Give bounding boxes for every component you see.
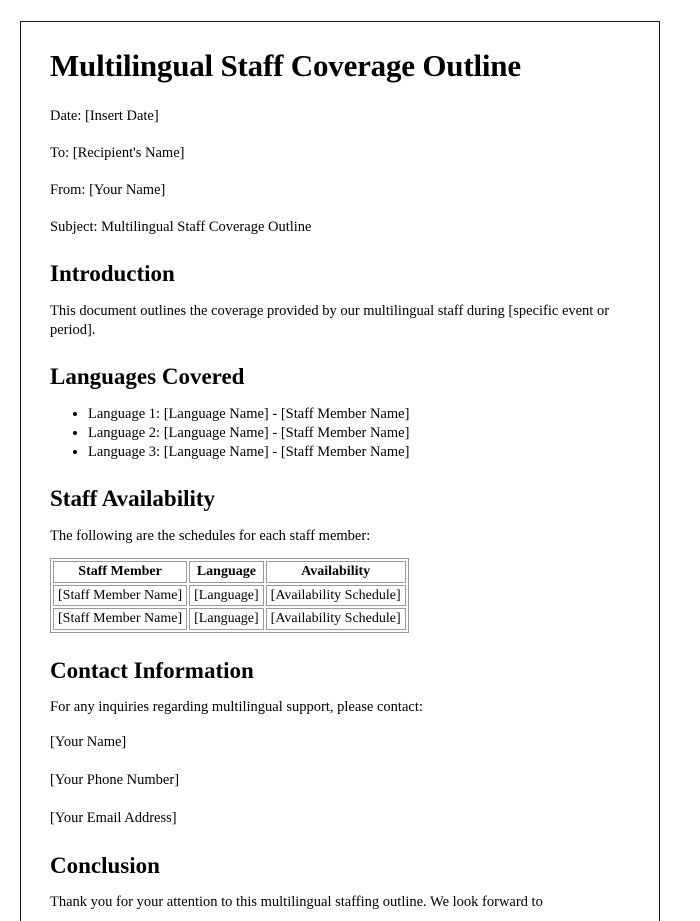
- list-item: Language 2: [Language Name] - [Staff Mem…: [88, 424, 631, 443]
- table-row: [Staff Member Name] [Language] [Availabi…: [53, 608, 406, 630]
- section-heading-introduction: Introduction: [50, 261, 175, 287]
- meta-line-date: Date: [Insert Date]: [50, 107, 159, 124]
- contact-name: [Your Name]: [50, 734, 127, 751]
- section-heading-staff-availability: Staff Availability: [50, 486, 216, 512]
- page-title: Multilingual Staff Coverage Outline: [50, 48, 521, 83]
- contact-email: [Your Email Address]: [50, 809, 177, 826]
- table-cell-availability: [Availability Schedule]: [265, 584, 406, 607]
- table-cell-staff-member: [Staff Member Name]: [53, 608, 188, 630]
- document-page: Multilingual Staff Coverage Outline Date…: [20, 21, 660, 921]
- meta-line-subject: Subject: Multilingual Staff Coverage Out…: [50, 218, 312, 235]
- meta-line-to: To: [Recipient's Name]: [50, 144, 185, 161]
- table-header-row: Staff Member Language Availability: [53, 560, 406, 583]
- column-header-availability: Availability: [265, 560, 406, 583]
- introduction-paragraph: This document outlines the coverage prov…: [50, 302, 610, 338]
- list-item: Language 3: [Language Name] - [Staff Mem…: [88, 443, 631, 462]
- staff-availability-table: Staff Member Language Availability [Staf…: [50, 557, 409, 633]
- conclusion-paragraph: Thank you for your attention to this mul…: [50, 894, 543, 911]
- table-cell-language: [Language]: [189, 608, 264, 630]
- availability-intro: The following are the schedules for each…: [50, 528, 371, 545]
- contact-intro: For any inquiries regarding multilingual…: [50, 699, 423, 716]
- table-row: [Staff Member Name] [Language] [Availabi…: [53, 584, 406, 607]
- table-cell-staff-member: [Staff Member Name]: [53, 584, 188, 607]
- table-cell-language: [Language]: [189, 584, 264, 607]
- column-header-staff-member: Staff Member: [53, 560, 188, 583]
- contact-phone: [Your Phone Number]: [50, 772, 180, 789]
- section-heading-languages-covered: Languages Covered: [50, 364, 245, 390]
- section-heading-contact-information: Contact Information: [50, 657, 254, 683]
- section-heading-conclusion: Conclusion: [50, 852, 160, 878]
- column-header-language: Language: [189, 560, 264, 583]
- list-item: Language 1: [Language Name] - [Staff Mem…: [88, 405, 631, 424]
- meta-line-from: From: [Your Name]: [50, 181, 166, 198]
- languages-list: Language 1: [Language Name] - [Staff Mem…: [50, 405, 631, 462]
- table-cell-availability: [Availability Schedule]: [265, 608, 406, 630]
